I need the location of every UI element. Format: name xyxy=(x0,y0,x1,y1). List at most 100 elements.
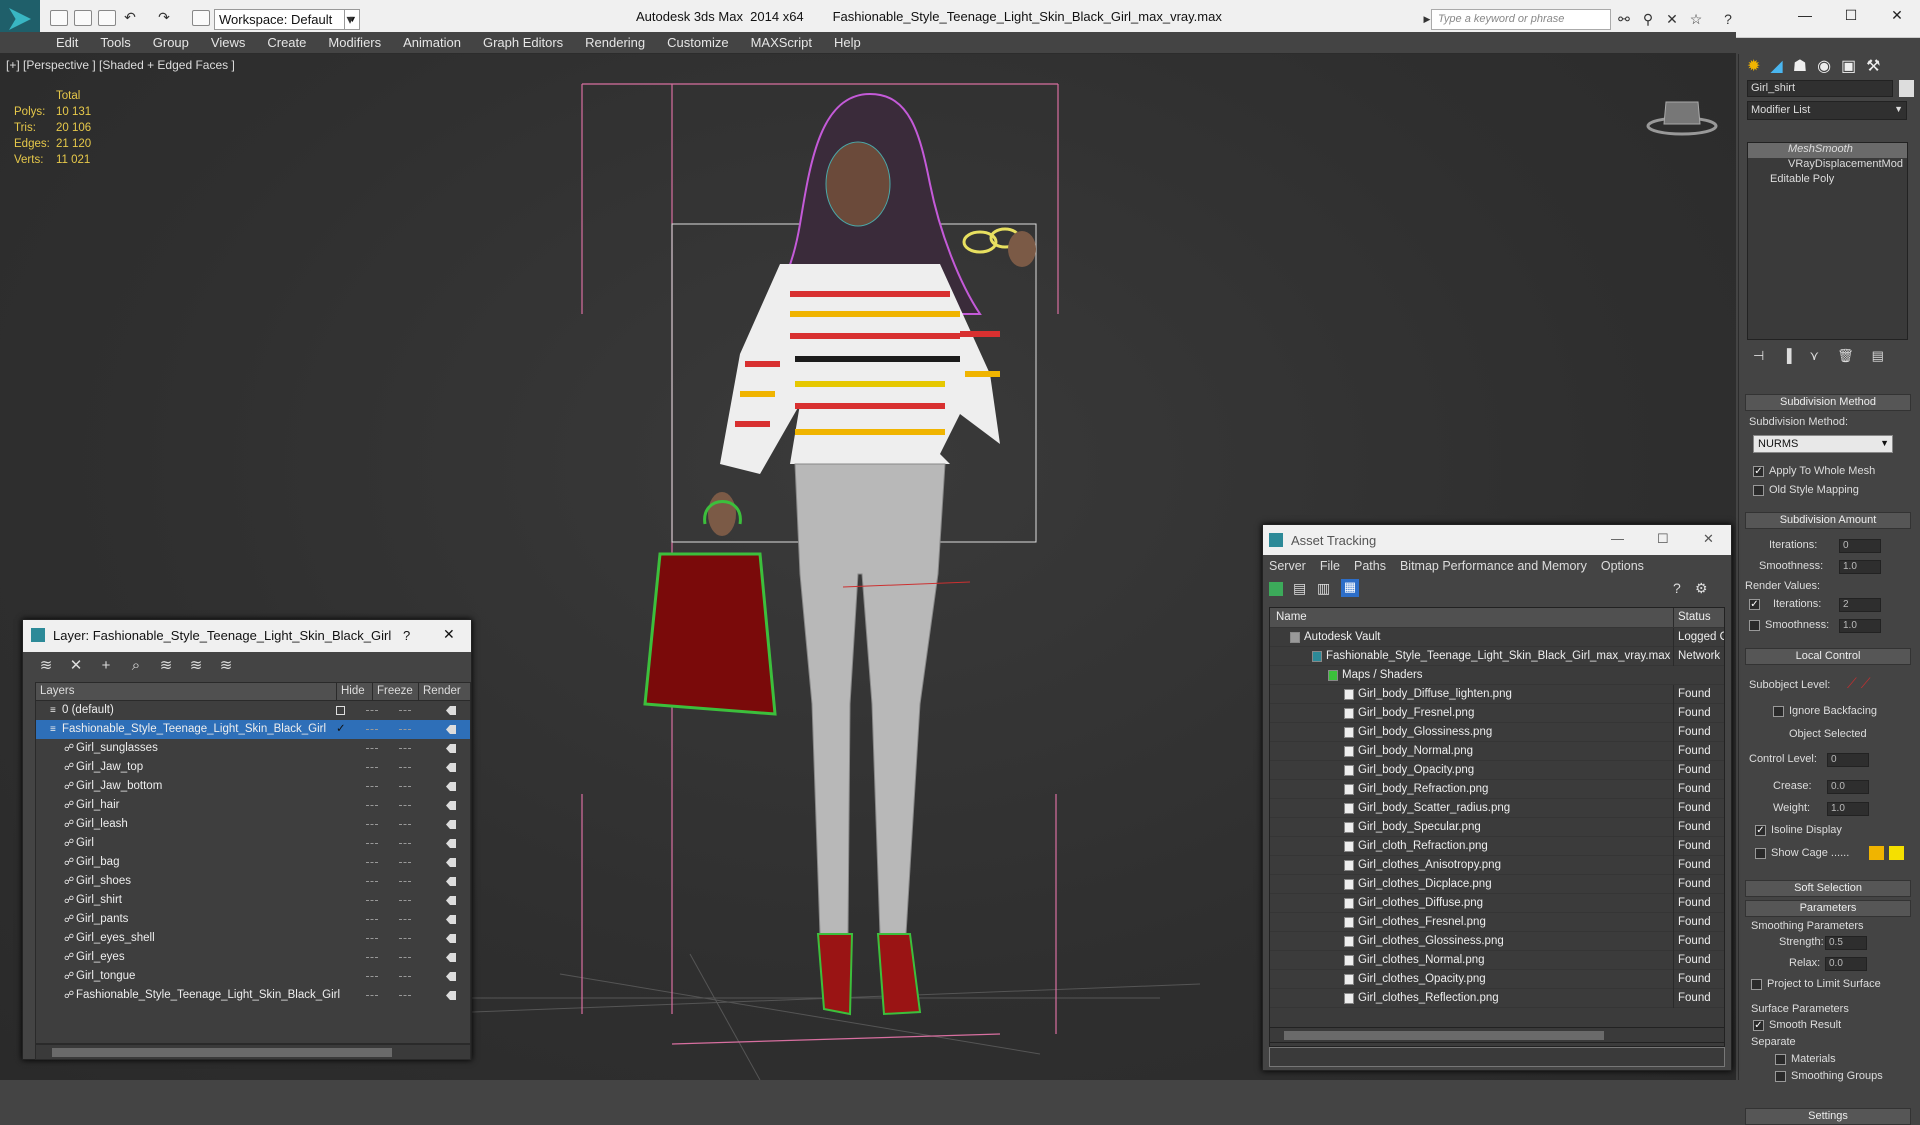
menu-animation[interactable]: Animation xyxy=(403,32,473,53)
hide-toggle[interactable] xyxy=(366,824,378,826)
render-toggle-icon[interactable] xyxy=(446,934,456,943)
show-cage-checkbox[interactable] xyxy=(1755,848,1766,859)
maximize-icon[interactable]: ☐ xyxy=(1828,0,1874,32)
asset-row[interactable]: Girl_body_Scatter_radius.png Found xyxy=(1270,799,1724,818)
hide-toggle[interactable] xyxy=(366,938,378,940)
col-status[interactable]: Status xyxy=(1673,608,1724,627)
layer-hscrollbar[interactable] xyxy=(35,1044,471,1060)
asset-row[interactable]: Girl_body_Normal.png Found xyxy=(1270,742,1724,761)
motion-tab-icon[interactable]: ◉ xyxy=(1817,56,1831,76)
communication-icon[interactable]: ✕ xyxy=(1664,11,1680,27)
grid-view-icon[interactable]: ▦ xyxy=(1341,579,1359,597)
display-tab-icon[interactable]: ▣ xyxy=(1841,56,1856,76)
help-icon[interactable]: ? xyxy=(1720,11,1736,27)
current-layer-check-icon[interactable]: ✓ xyxy=(336,720,346,739)
isoline-display-checkbox[interactable]: ✓ xyxy=(1755,825,1766,836)
list-view-icon[interactable]: ▤ xyxy=(1293,580,1306,597)
render-toggle-icon[interactable] xyxy=(446,706,456,715)
hide-toggle[interactable] xyxy=(366,748,378,750)
utilities-tab-icon[interactable]: ⚒ xyxy=(1866,56,1880,76)
layer-row[interactable]: ☍ Girl_eyes xyxy=(36,948,470,967)
stack-item-editable-poly[interactable]: Editable Poly xyxy=(1748,173,1907,188)
help-icon[interactable]: ? xyxy=(1673,580,1681,596)
freeze-toggle[interactable] xyxy=(399,748,411,750)
render-iterations-spinner[interactable]: 2 xyxy=(1839,598,1881,612)
refresh-icon[interactable] xyxy=(1269,582,1283,596)
save-file-icon[interactable] xyxy=(98,10,116,26)
layer-row[interactable]: ☍ Girl_tongue xyxy=(36,967,470,986)
freeze-toggle[interactable] xyxy=(399,900,411,902)
render-toggle-icon[interactable] xyxy=(446,972,456,981)
smooth-result-checkbox[interactable]: ✓ xyxy=(1753,1020,1764,1031)
modifier-stack[interactable]: MeshSmooth VRayDisplacementMod Editable … xyxy=(1747,142,1908,340)
new-file-icon[interactable] xyxy=(50,10,68,26)
asset-row[interactable]: Girl_clothes_Fresnel.png Found xyxy=(1270,913,1724,932)
new-layer-icon[interactable]: ≋ xyxy=(37,657,55,675)
modifier-list-dropdown[interactable]: Modifier List ▼ xyxy=(1747,101,1907,120)
asset-menu-paths[interactable]: Paths xyxy=(1354,555,1386,577)
layer-row[interactable]: ☍ Girl_hair xyxy=(36,796,470,815)
control-level-spinner[interactable]: 0 xyxy=(1827,753,1869,767)
hide-toggle[interactable] xyxy=(366,805,378,807)
render-toggle-icon[interactable] xyxy=(446,858,456,867)
hide-toggle[interactable] xyxy=(366,995,378,997)
close-icon[interactable]: ✕ xyxy=(443,626,455,643)
layer-row[interactable]: ☍ Girl_bag xyxy=(36,853,470,872)
layer-row[interactable]: ☍ Girl_Jaw_bottom xyxy=(36,777,470,796)
asset-row[interactable]: Girl_clothes_Reflection.png Found xyxy=(1270,989,1724,1008)
minimize-icon[interactable]: — xyxy=(1611,531,1624,546)
render-toggle-icon[interactable] xyxy=(446,801,456,810)
hide-toggle[interactable] xyxy=(366,919,378,921)
render-toggle-icon[interactable] xyxy=(446,896,456,905)
rollout-local-control[interactable]: Local Control xyxy=(1745,648,1911,665)
menu-graph-editors[interactable]: Graph Editors xyxy=(483,32,575,53)
render-toggle-icon[interactable] xyxy=(446,820,456,829)
render-toggle-icon[interactable] xyxy=(446,953,456,962)
freeze-toggle[interactable] xyxy=(399,995,411,997)
modify-tab-icon[interactable]: ◢ xyxy=(1770,56,1782,76)
help-button[interactable]: ? xyxy=(403,628,410,643)
render-toggle-icon[interactable] xyxy=(446,839,456,848)
overflow-icon[interactable]: ▾ xyxy=(342,11,358,27)
make-unique-icon[interactable]: ⋎ xyxy=(1810,348,1820,364)
layer-list[interactable]: Layers Hide Freeze Render ≡ 0 (default) ≡ F… xyxy=(35,682,471,1044)
freeze-toggle[interactable] xyxy=(399,976,411,978)
help-options-icon[interactable]: ⚙ xyxy=(1695,580,1708,597)
layer-row[interactable]: ☍ Fashionable_Style_Teenage_Light_Skin_Bl… xyxy=(36,986,470,1005)
freeze-toggle[interactable] xyxy=(399,805,411,807)
asset-row[interactable]: Maps / Shaders xyxy=(1270,666,1724,685)
menu-modifiers[interactable]: Modifiers xyxy=(328,32,393,53)
hide-all-icon[interactable]: ≋ xyxy=(187,657,205,675)
layer-row[interactable]: ☍ Girl_Jaw_top xyxy=(36,758,470,777)
freeze-toggle[interactable] xyxy=(399,729,411,731)
asset-menu-server[interactable]: Server xyxy=(1269,555,1306,577)
layer-row[interactable]: ☍ Girl_shirt xyxy=(36,891,470,910)
menu-help[interactable]: Help xyxy=(834,32,873,53)
hide-toggle[interactable] xyxy=(366,729,378,731)
show-end-result-icon[interactable]: ▐ xyxy=(1782,348,1791,364)
rollout-parameters[interactable]: Parameters xyxy=(1745,900,1911,917)
asset-row[interactable]: Girl_body_Glossiness.png Found xyxy=(1270,723,1724,742)
asset-list[interactable]: Name Status Autodesk Vault Logged OutFash… xyxy=(1269,607,1725,1047)
layer-row[interactable]: ≡ 0 (default) xyxy=(36,701,470,720)
ignore-backfacing-checkbox[interactable] xyxy=(1773,706,1784,717)
freeze-toggle[interactable] xyxy=(399,786,411,788)
strength-spinner[interactable]: 0.5 xyxy=(1825,936,1867,950)
asset-row[interactable]: Girl_clothes_Dicplace.png Found xyxy=(1270,875,1724,894)
freeze-toggle[interactable] xyxy=(399,824,411,826)
search-input[interactable]: Type a keyword or phrase xyxy=(1431,9,1611,30)
freeze-toggle[interactable] xyxy=(399,957,411,959)
asset-menu-options[interactable]: Options xyxy=(1601,555,1644,577)
hide-toggle[interactable] xyxy=(366,710,378,712)
object-name-field[interactable]: Girl_shirt xyxy=(1747,80,1893,97)
hide-toggle[interactable] xyxy=(366,843,378,845)
crease-spinner[interactable]: 0.0 xyxy=(1827,780,1869,794)
relax-spinner[interactable]: 0.0 xyxy=(1825,957,1867,971)
open-file-icon[interactable] xyxy=(74,10,92,26)
freeze-toggle[interactable] xyxy=(399,843,411,845)
hide-toggle[interactable] xyxy=(366,786,378,788)
subdivision-method-select[interactable]: NURMS ▼ xyxy=(1753,435,1893,453)
render-toggle-icon[interactable] xyxy=(446,991,456,1000)
layer-row[interactable]: ☍ Girl_pants xyxy=(36,910,470,929)
render-toggle-icon[interactable] xyxy=(446,744,456,753)
